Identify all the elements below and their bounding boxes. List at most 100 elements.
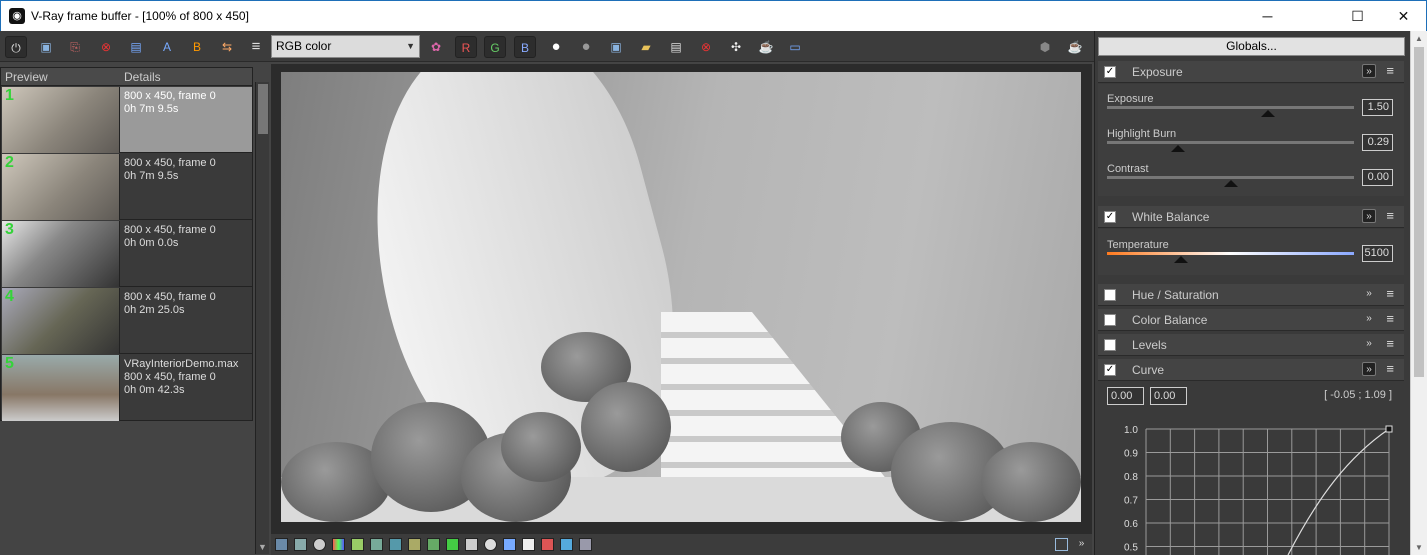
scroll-down-icon[interactable]: ▼ [258,542,267,552]
expand-icon[interactable]: » [1362,287,1376,301]
levels-section-header[interactable]: Levels » ≡ [1098,334,1404,356]
alpha-icon[interactable]: ● [575,36,597,58]
stamp-icon[interactable]: ▭ [784,36,806,58]
open-icon[interactable]: ▰ [635,36,657,58]
fullscreen-icon[interactable] [1055,538,1068,551]
expand-icon[interactable]: » [1362,337,1376,351]
history-item[interactable]: 1 800 x 450, frame 0 0h 7m 9.5s [2,87,252,153]
hue-saturation-checkbox[interactable] [1104,289,1116,301]
color-balance-checkbox[interactable] [1104,314,1116,326]
expand-icon[interactable]: » [1362,312,1376,326]
ocio-icon[interactable] [408,538,421,551]
color-icon[interactable] [446,538,459,551]
b-icon[interactable]: B [186,36,208,58]
contrast-slider-knob[interactable] [1224,180,1238,187]
clear-icon[interactable]: ⊗ [95,36,117,58]
exposure-checkbox[interactable]: ✓ [1104,66,1116,78]
test-icon[interactable] [560,538,573,551]
scroll-down-icon[interactable]: ▼ [1415,543,1423,552]
stop-render-icon[interactable]: ⬢ [1034,36,1056,58]
color-balance-section-header[interactable]: Color Balance » ≡ [1098,309,1404,331]
panel-scrollbar[interactable]: ▲ ▼ [1410,31,1427,555]
histogram-icon[interactable] [389,538,402,551]
minimize-button[interactable]: ─ [1245,1,1290,31]
white-balance-section-header[interactable]: ✓ White Balance » ≡ [1098,206,1404,228]
globals-button[interactable]: Globals... [1098,37,1405,56]
details-column-header[interactable]: Details [124,70,161,84]
teapot-icon[interactable]: ☕ [755,36,777,58]
channel-select[interactable]: RGB color ▼ [271,35,420,58]
white-balance-checkbox[interactable]: ✓ [1104,211,1116,223]
region-icon[interactable] [579,538,592,551]
history-item[interactable]: 4 800 x 450, frame 0 0h 2m 25.0s [2,288,252,354]
lut-icon[interactable] [332,538,345,551]
history-item[interactable]: 2 800 x 450, frame 0 0h 7m 9.5s [2,154,252,220]
scrollbar-thumb[interactable] [1414,47,1424,377]
collapse-icon[interactable]: » [1362,64,1376,78]
menu-icon[interactable]: ≡ [1386,311,1394,326]
stop-icon[interactable]: ⊗ [695,36,717,58]
hsl-icon[interactable] [351,538,364,551]
history-scrollbar[interactable]: ▼ [255,82,269,554]
lens-icon[interactable] [484,538,497,551]
region-icon[interactable]: ✣ [725,36,747,58]
info-icon[interactable] [313,538,326,551]
history-icon[interactable] [294,538,307,551]
menu-icon[interactable]: ≡ [1386,208,1394,223]
preview-column-header[interactable]: Preview [5,70,48,84]
render-viewport[interactable] [271,64,1092,534]
collapse-icon[interactable]: » [1362,362,1376,376]
alpha-white-icon[interactable]: ● [545,36,567,58]
menu-icon[interactable]: ≡ [1386,361,1394,376]
contrast-value-field[interactable]: 0.00 [1362,169,1393,186]
exposure-section-header[interactable]: ✓ Exposure » ≡ [1098,61,1404,83]
red-channel-button[interactable]: R [455,36,477,58]
levels-checkbox[interactable] [1104,339,1116,351]
compare-icon[interactable] [541,538,554,551]
curve-line[interactable] [1287,428,1390,555]
a-icon[interactable]: A [156,36,178,58]
curve-checkbox[interactable]: ✓ [1104,364,1116,376]
exposure-value-field[interactable]: 1.50 [1362,99,1393,116]
contrast-slider[interactable] [1107,176,1354,179]
hue-saturation-section-header[interactable]: Hue / Saturation » ≡ [1098,284,1404,306]
history-item[interactable]: 5 VRayInteriorDemo.max 800 x 450, frame … [2,355,252,421]
rendered-image[interactable] [281,72,1081,522]
ab-swap-icon[interactable]: ⇆ [216,36,238,58]
temperature-slider[interactable] [1107,252,1354,255]
close-button[interactable]: ✕ [1381,1,1426,31]
collapse-icon[interactable]: » [1362,209,1376,223]
exposure-slider-knob[interactable] [1261,110,1275,117]
history-item[interactable]: 3 800 x 450, frame 0 0h 0m 0.0s [2,221,252,287]
scroll-up-icon[interactable]: ▲ [1415,34,1423,43]
curve-editor[interactable]: 1.0 0.9 0.8 0.7 0.6 0.5 [1098,417,1404,555]
save-all-icon[interactable]: ⎘ [64,36,86,58]
clipboard-icon[interactable]: ▤ [665,36,687,58]
temperature-slider-knob[interactable] [1174,256,1188,263]
curve-section-header[interactable]: ✓ Curve » ≡ [1098,359,1404,381]
curve-x-field[interactable]: 0.00 [1107,387,1144,405]
compare-ab-icon[interactable]: ▤ [125,36,147,58]
highlight-burn-slider[interactable] [1107,141,1354,144]
scrollbar-thumb[interactable] [258,84,268,134]
menu-icon[interactable]: ≡ [1386,336,1394,351]
green-channel-button[interactable]: G [484,36,506,58]
highlight-burn-value-field[interactable]: 0.29 [1362,134,1393,151]
highlight-burn-slider-knob[interactable] [1171,145,1185,152]
render-teapot-icon[interactable]: ☕ [1064,36,1086,58]
color-circle-icon[interactable]: ✿ [425,36,447,58]
curve-icon[interactable] [465,538,478,551]
display-icon[interactable] [275,538,288,551]
collapse-icon[interactable]: » [1075,538,1088,551]
temperature-value-field[interactable]: 5100 [1362,245,1393,262]
h-icon[interactable] [522,538,535,551]
save-icon[interactable]: ▣ [35,36,57,58]
exposure-slider[interactable] [1107,106,1354,109]
save-image-icon[interactable]: ▣ [605,36,627,58]
srgb-icon[interactable] [427,538,440,551]
stamp-icon[interactable] [503,538,516,551]
maximize-button[interactable]: ☐ [1335,1,1380,31]
curve-y-field[interactable]: 0.00 [1150,387,1187,405]
levels-icon[interactable] [370,538,383,551]
menu-icon[interactable]: ≡ [1386,286,1394,301]
